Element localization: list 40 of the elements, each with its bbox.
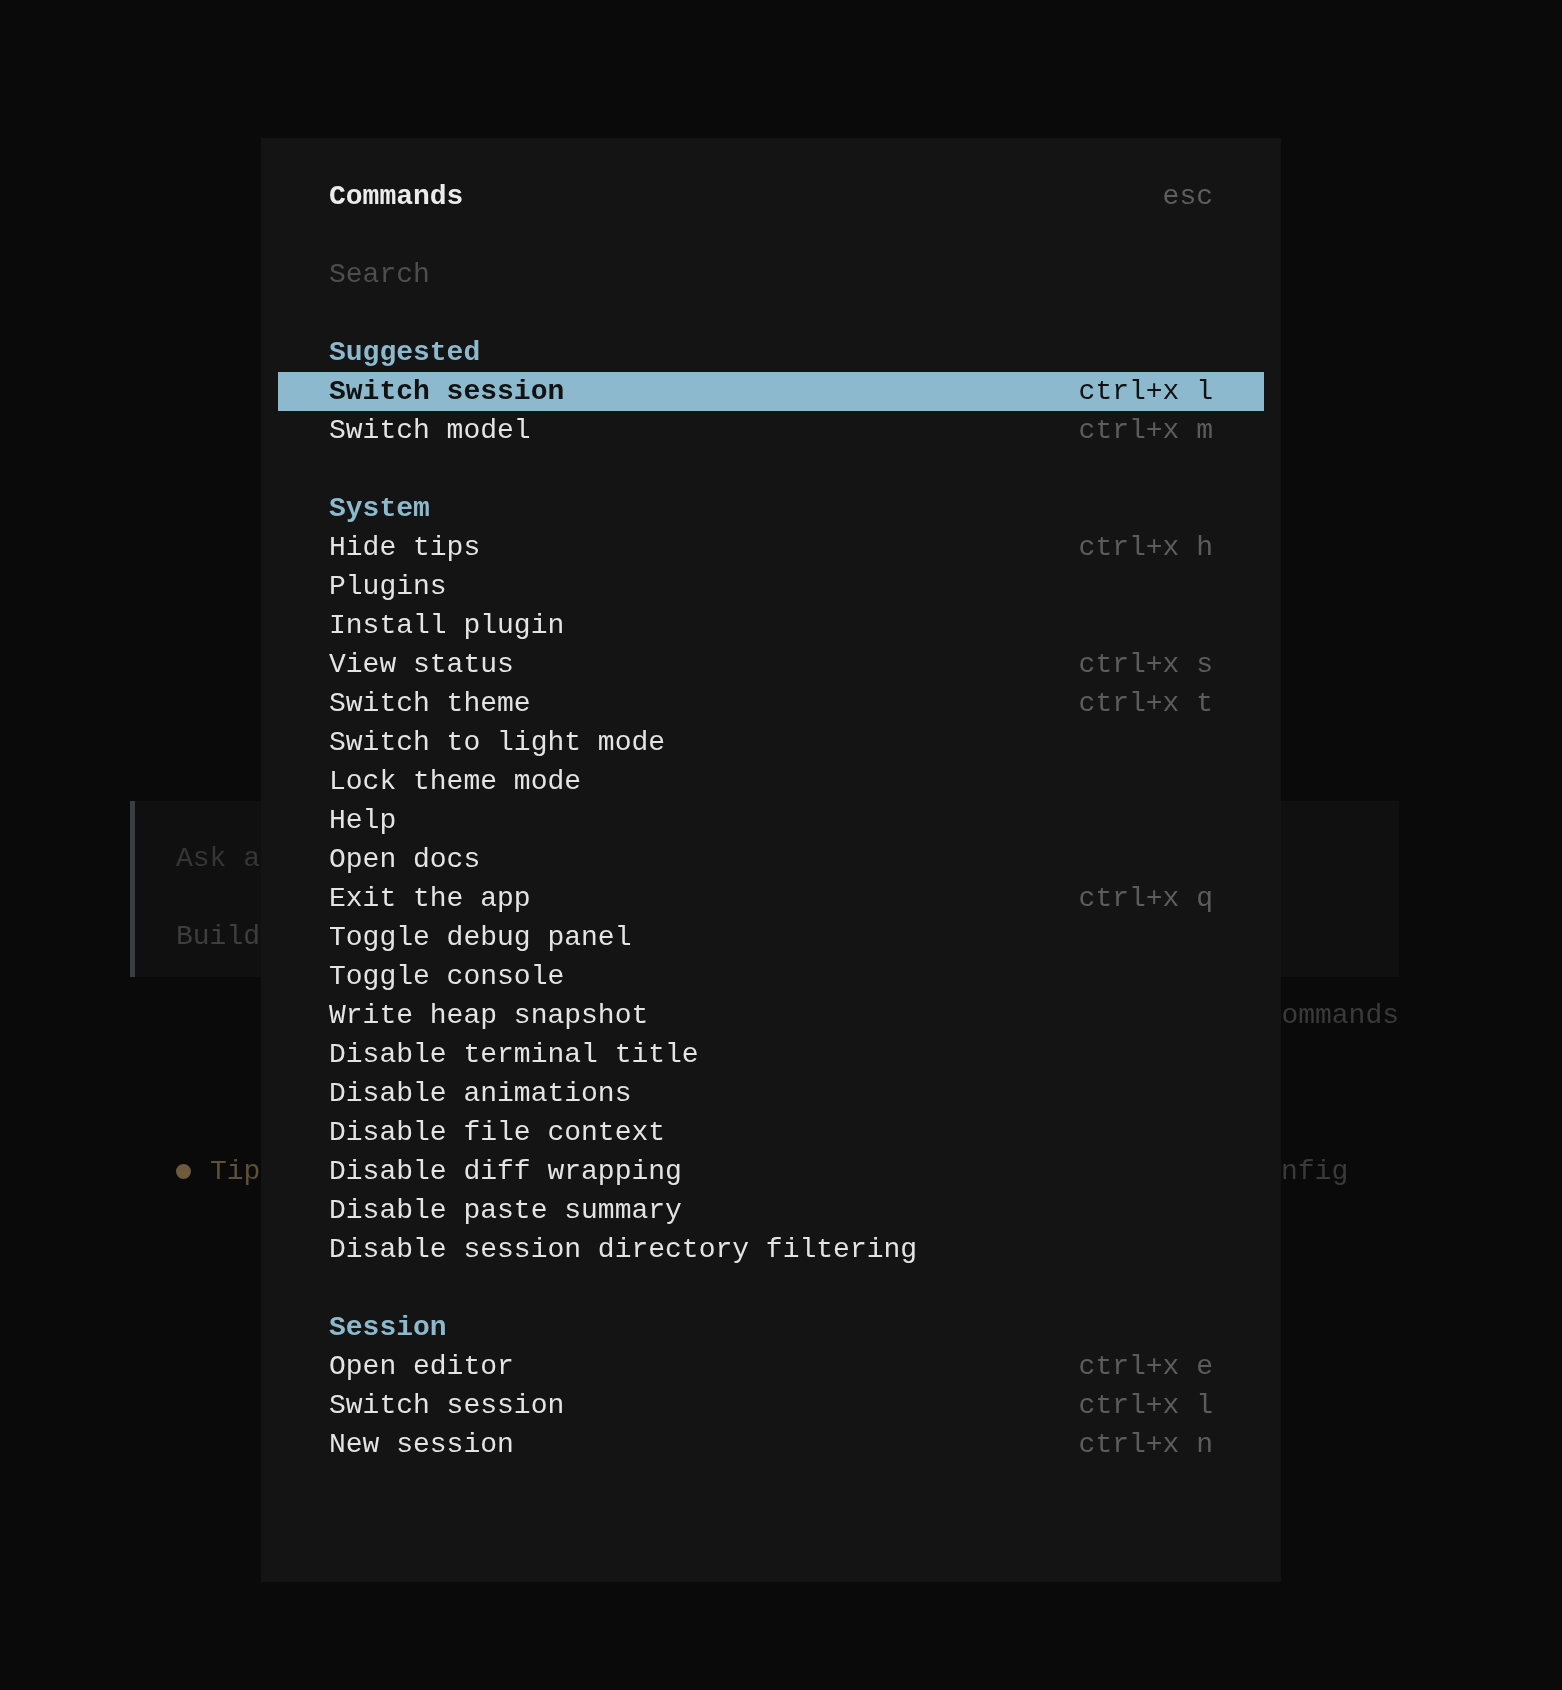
command-item[interactable]: Help [278, 801, 1264, 840]
command-item[interactable]: View status ctrl+x s [278, 645, 1264, 684]
command-item[interactable]: Disable animations [278, 1074, 1264, 1113]
command-item[interactable]: New session ctrl+x n [278, 1425, 1264, 1464]
command-item[interactable]: Toggle console [278, 957, 1264, 996]
search-field[interactable]: Search [329, 255, 1213, 294]
section-heading: System [329, 492, 430, 526]
command-item[interactable]: Open editor ctrl+x e [278, 1347, 1264, 1386]
command-item[interactable]: Switch session ctrl+x l [278, 372, 1264, 411]
command-item[interactable]: Toggle debug panel [278, 918, 1264, 957]
command-item[interactable]: Exit the app ctrl+x q [278, 879, 1264, 918]
command-item[interactable]: Open docs [278, 840, 1264, 879]
command-item[interactable]: Disable paste summary [278, 1191, 1264, 1230]
command-item[interactable]: Disable file context [278, 1113, 1264, 1152]
keyboard-shortcut: ctrl+x h [1078, 531, 1213, 565]
command-item[interactable]: Switch session ctrl+x l [278, 1386, 1264, 1425]
section-heading: Suggested [329, 336, 481, 370]
command-item[interactable]: Disable diff wrapping [278, 1152, 1264, 1191]
dialog-title: Commands [329, 180, 464, 214]
command-item[interactable]: Lock theme mode [278, 762, 1264, 801]
keyboard-shortcut: ctrl+x l [1078, 375, 1213, 409]
command-item[interactable]: Write heap snapshot [278, 996, 1264, 1035]
esc-key-hint: esc [1162, 180, 1213, 214]
keyboard-shortcut: ctrl+x t [1078, 687, 1213, 721]
keyboard-shortcut: ctrl+x s [1078, 648, 1213, 682]
command-item[interactable]: Switch model ctrl+x m [278, 411, 1264, 450]
command-item[interactable]: Disable terminal title [278, 1035, 1264, 1074]
section-heading: Session [329, 1311, 447, 1345]
keyboard-shortcut: ctrl+x n [1078, 1428, 1213, 1462]
command-item[interactable]: Plugins [278, 567, 1264, 606]
keyboard-shortcut: ctrl+x q [1078, 882, 1213, 916]
command-item[interactable]: Hide tips ctrl+x h [278, 528, 1264, 567]
tip-label: Tip [210, 1155, 261, 1189]
command-item[interactable]: Install plugin [278, 606, 1264, 645]
keyboard-shortcut: ctrl+x l [1078, 1389, 1213, 1423]
keyboard-shortcut: ctrl+x m [1078, 414, 1213, 448]
command-item[interactable]: Switch to light mode [278, 723, 1264, 762]
keyboard-shortcut: ctrl+x e [1078, 1350, 1213, 1384]
command-item[interactable]: Disable session directory filtering [278, 1230, 1264, 1269]
command-item[interactable]: Switch theme ctrl+x t [278, 684, 1264, 723]
